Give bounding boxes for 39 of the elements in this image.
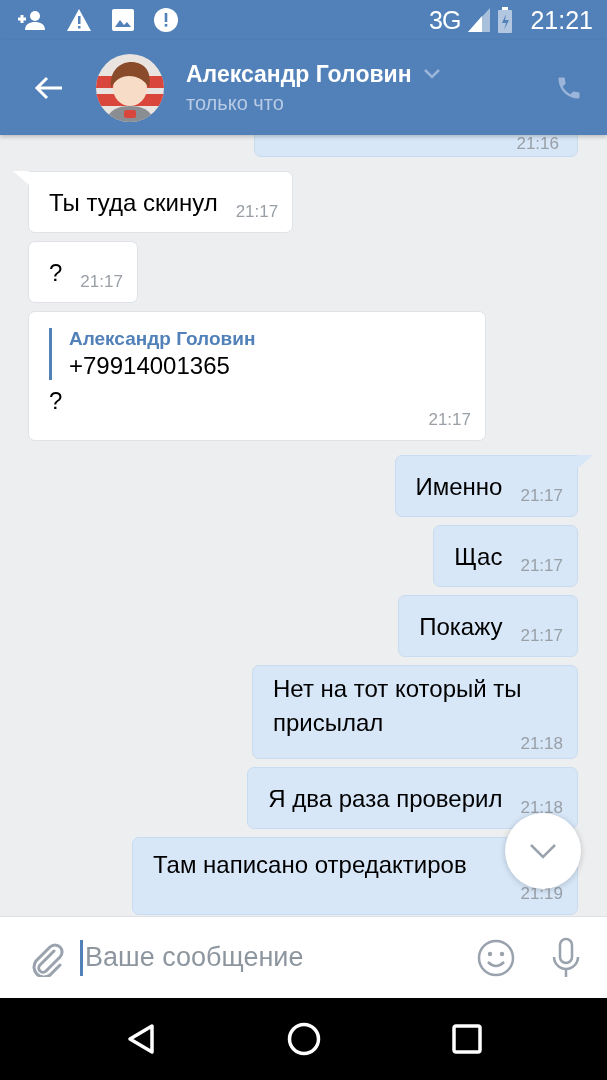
back-icon[interactable] [125, 1023, 156, 1055]
image-icon [112, 9, 134, 31]
message-text: Покажу [419, 612, 503, 642]
message-text: ? [49, 386, 64, 416]
message-text: Я два раза проверил [268, 784, 503, 814]
back-arrow-icon[interactable] [34, 75, 64, 100]
home-icon[interactable] [286, 1022, 321, 1056]
network-type: 3G [429, 5, 461, 35]
smiley-icon[interactable] [477, 938, 515, 977]
alert-icon [154, 8, 178, 32]
quote-text: +79914001365 [69, 352, 231, 380]
message-time: 21:19 [520, 884, 563, 904]
message-time: 21:18 [520, 734, 563, 754]
message-time: 21:18 [520, 798, 563, 818]
warning-icon [66, 8, 92, 32]
message-time: 21:17 [520, 626, 563, 646]
message-text: Ты туда скинул [49, 188, 218, 218]
chevron-down-icon[interactable] [423, 69, 440, 79]
chevron-down-icon [529, 843, 557, 859]
clock: 21:21 [530, 5, 593, 35]
message-text: Нет на тот который ты присылал [273, 674, 523, 737]
message-text: ? [49, 258, 63, 288]
quote-author: Александр Головин [69, 328, 257, 350]
message-time: 21:16 [516, 135, 559, 154]
message-text: Там написано отредактиров [153, 850, 467, 880]
contact-name[interactable]: Александр Головин [186, 60, 412, 88]
recents-icon[interactable] [451, 1024, 482, 1054]
message-text: Именно [415, 472, 503, 502]
message-time: 21:17 [520, 556, 563, 576]
signal-icon [468, 8, 491, 32]
add-person-icon [16, 9, 46, 31]
battery-icon [498, 7, 513, 33]
last-seen-status: только что [186, 91, 285, 115]
microphone-icon[interactable] [551, 936, 581, 979]
message-time: 21:17 [80, 272, 123, 292]
message-time: 21:17 [520, 486, 563, 506]
message-time: 21:17 [428, 410, 471, 430]
message-time: 21:17 [235, 202, 279, 222]
message-text: Щас [454, 542, 503, 572]
